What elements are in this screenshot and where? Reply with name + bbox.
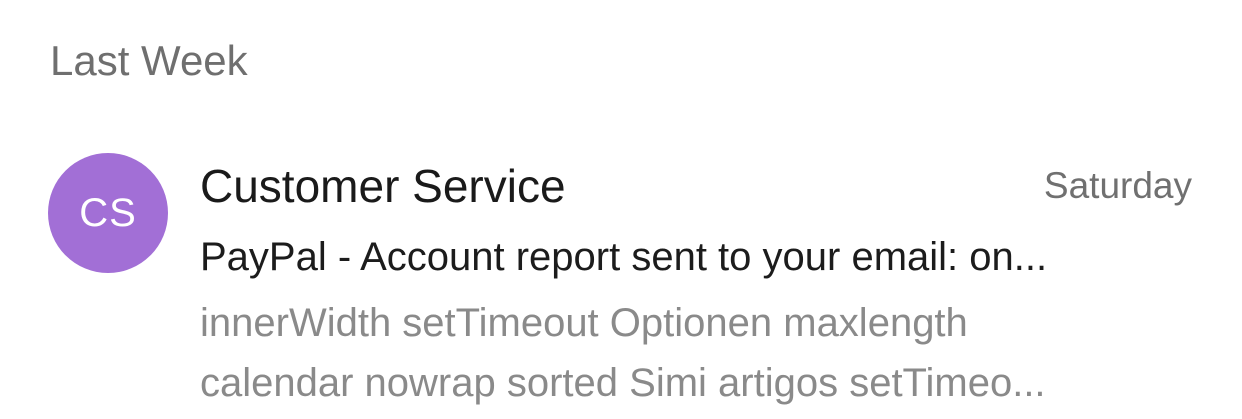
message-subject: PayPal - Account report sent to your ema… bbox=[200, 235, 1048, 279]
message-preview: innerWidth setTimeout Optionen maxlength… bbox=[200, 293, 1185, 413]
sender-name: Customer Service bbox=[200, 160, 566, 212]
sender-avatar: CS bbox=[48, 153, 168, 273]
preview-line-1: innerWidth setTimeout Optionen maxlength bbox=[200, 301, 968, 345]
section-header-last-week: Last Week bbox=[50, 37, 248, 84]
mail-list: Last Week CS Customer Service Saturday P… bbox=[0, 0, 1242, 419]
preview-line-2: calendar nowrap sorted Simi artigos setT… bbox=[200, 361, 1046, 405]
message-date: Saturday bbox=[1043, 165, 1192, 206]
mail-list-item[interactable]: CS Customer Service Saturday PayPal - Ac… bbox=[0, 140, 1242, 419]
